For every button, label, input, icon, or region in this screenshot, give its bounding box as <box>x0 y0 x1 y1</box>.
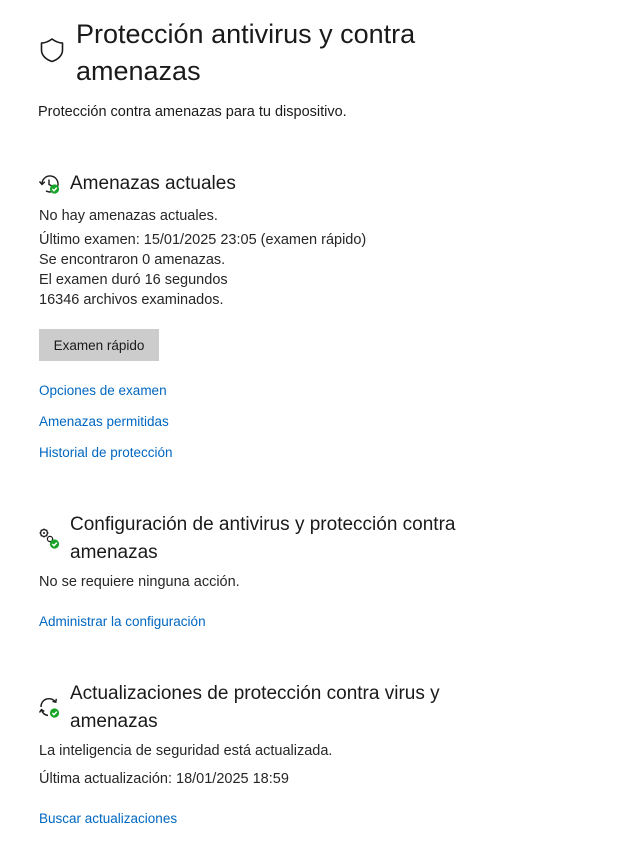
protection-history-link[interactable]: Historial de protección <box>39 443 173 463</box>
page-title: Protección antivirus y contra amenazas <box>76 19 416 86</box>
allowed-threats-link[interactable]: Amenazas permitidas <box>39 412 169 432</box>
refresh-check-icon <box>38 697 60 718</box>
page-subtitle: Protección contra amenazas para tu dispo… <box>38 104 347 120</box>
threats-found-text: Se encontraron 0 amenazas. <box>39 252 226 268</box>
history-check-icon <box>38 175 60 194</box>
check-updates-link[interactable]: Buscar actualizaciones <box>39 809 177 829</box>
current-threats-title: Amenazas actuales <box>70 173 236 194</box>
updates-title: Actualizaciones de protección contra vir… <box>70 683 440 732</box>
scan-options-link[interactable]: Opciones de examen <box>39 381 167 401</box>
last-scan-text: Último examen: 15/01/2025 23:05 (examen … <box>39 232 367 248</box>
gears-check-icon <box>39 528 60 549</box>
last-update-text: Última actualización: 18/01/2025 18:59 <box>39 771 289 787</box>
settings-status-text: No se requiere ninguna acción. <box>39 574 240 590</box>
scan-duration-text: El examen duró 16 segundos <box>39 272 228 288</box>
settings-title: Configuración de antivirus y protección … <box>70 514 456 563</box>
threat-status-text: No hay amenazas actuales. <box>39 208 218 224</box>
files-scanned-text: 16346 archivos examinados. <box>39 292 224 308</box>
windows-security-page: Protección antivirus y contra amenazas P… <box>0 0 628 854</box>
shield-icon <box>40 38 64 63</box>
quick-scan-button[interactable]: Examen rápido <box>39 329 159 361</box>
manage-settings-link[interactable]: Administrar la configuración <box>39 612 206 632</box>
intelligence-status-text: La inteligencia de seguridad está actual… <box>39 743 333 759</box>
